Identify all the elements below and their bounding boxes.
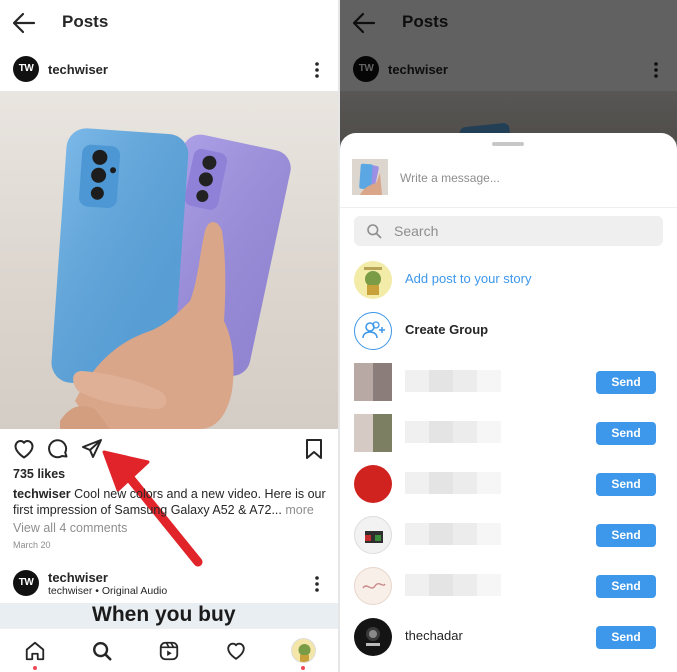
likes-count[interactable]: 735 likes	[13, 467, 65, 481]
search-icon[interactable]	[91, 640, 113, 662]
avatar[interactable]: TW	[13, 56, 39, 82]
bottom-nav	[0, 628, 338, 672]
recipient-name: thechadar	[405, 628, 463, 643]
recipient-avatar	[354, 567, 392, 605]
more-vertical-icon[interactable]	[312, 60, 322, 80]
avatar: TW	[353, 56, 379, 82]
create-group-icon	[354, 312, 392, 350]
recipient-avatar	[354, 516, 392, 554]
top-bar: Posts	[0, 0, 338, 46]
story-avatar	[354, 261, 392, 299]
preview-text: When you buy	[92, 603, 236, 626]
create-group-label: Create Group	[405, 322, 489, 337]
post-image[interactable]	[0, 91, 338, 429]
recipient-row[interactable]: Send	[340, 563, 677, 607]
reels-icon[interactable]	[158, 640, 180, 662]
post-username[interactable]: techwiser	[48, 62, 108, 77]
recipient-name-blurred	[405, 574, 501, 596]
search-field[interactable]	[354, 216, 663, 246]
recipient-name-blurred	[405, 523, 501, 545]
back-arrow-icon[interactable]	[352, 12, 376, 34]
send-button[interactable]: Send	[596, 626, 656, 649]
share-sheet: Add post to your story Create Group Send	[340, 133, 677, 672]
back-arrow-icon[interactable]	[12, 12, 36, 34]
divider	[340, 207, 677, 208]
recipient-avatar	[354, 618, 392, 656]
post-date: March 20	[13, 540, 51, 550]
recipient-row[interactable]: Send	[340, 359, 677, 403]
page-title: Posts	[62, 12, 109, 31]
audio-subtitle[interactable]: techwiser • Original Audio	[48, 585, 167, 597]
post-thumbnail	[352, 159, 388, 195]
page-title: Posts	[402, 12, 449, 31]
home-notification-dot	[33, 666, 37, 670]
post-username: techwiser	[388, 62, 448, 77]
more-vertical-icon	[654, 62, 658, 78]
bookmark-icon[interactable]	[302, 437, 326, 461]
recipient-avatar	[354, 465, 392, 503]
more-vertical-icon[interactable]	[312, 574, 322, 594]
caption: techwiser Cool new colors and a new vide…	[13, 486, 331, 518]
next-post-header: TW techwiser techwiser • Original Audio	[0, 567, 338, 601]
caption-username[interactable]: techwiser	[13, 487, 71, 501]
post-username[interactable]: techwiser	[48, 570, 108, 585]
right-screen: Posts TW techwiser Write a message... Se…	[340, 0, 677, 672]
comment-icon[interactable]	[46, 437, 70, 461]
send-button[interactable]: Send	[596, 371, 656, 394]
recipient-name-blurred	[405, 472, 501, 494]
sheet-handle[interactable]	[492, 142, 524, 146]
view-comments-link[interactable]: View all 4 comments	[13, 521, 127, 535]
send-button[interactable]: Send	[596, 422, 656, 445]
next-post-preview[interactable]: When you buy	[0, 603, 338, 629]
left-screen: Posts TW techwiser 735 likes techwiser C…	[0, 0, 338, 672]
search-icon	[367, 224, 382, 239]
phones-photo	[51, 128, 291, 429]
send-button[interactable]: Send	[596, 524, 656, 547]
home-icon[interactable]	[24, 640, 46, 662]
recipient-avatar	[354, 414, 392, 452]
send-button[interactable]: Send	[596, 473, 656, 496]
post-header: TW techwiser	[0, 54, 338, 84]
profile-notification-dot	[301, 666, 305, 670]
create-group-row[interactable]: Create Group	[340, 308, 677, 352]
message-input[interactable]	[400, 169, 660, 187]
caption-more-link[interactable]: more	[285, 503, 313, 517]
recipient-avatar	[354, 363, 392, 401]
recipient-row[interactable]: Send	[340, 410, 677, 454]
recipient-name-blurred	[405, 421, 501, 443]
recipient-row[interactable]: Send	[340, 512, 677, 556]
search-input[interactable]	[394, 222, 644, 240]
recipient-name-blurred	[405, 370, 501, 392]
send-button[interactable]: Send	[596, 575, 656, 598]
heart-icon[interactable]	[12, 437, 36, 461]
add-to-story-label: Add post to your story	[405, 271, 532, 286]
recipient-row[interactable]: thechadar Send	[340, 614, 677, 658]
avatar[interactable]: TW	[13, 570, 39, 596]
profile-avatar[interactable]	[291, 638, 316, 663]
recipient-row[interactable]: Send	[340, 461, 677, 505]
post-header: TW techwiser	[340, 54, 677, 84]
add-to-story-row[interactable]: Add post to your story	[340, 257, 677, 301]
top-bar: Posts	[340, 0, 677, 46]
heart-nav-icon[interactable]	[225, 640, 247, 662]
